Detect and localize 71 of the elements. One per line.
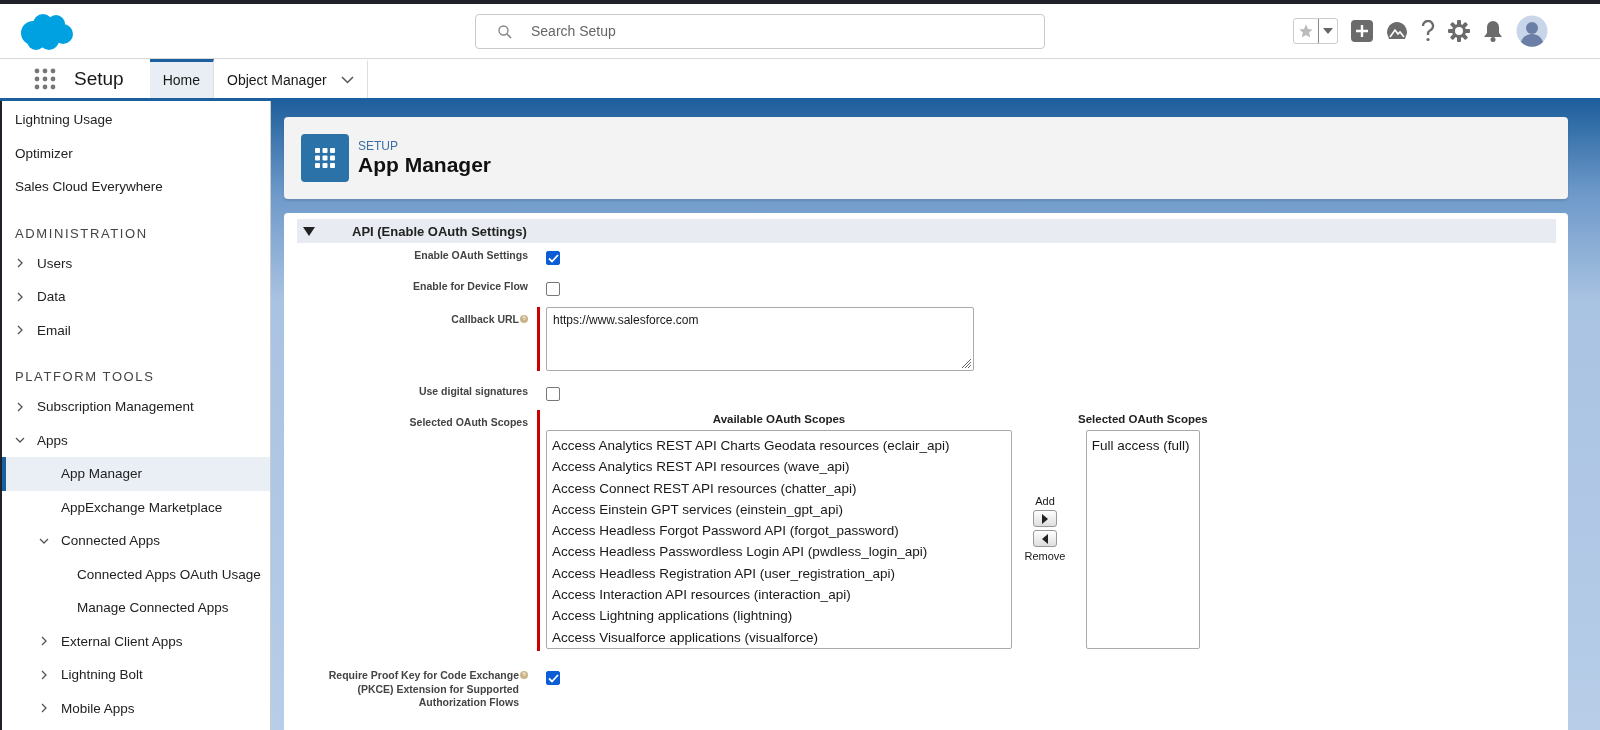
add-label: Add (1035, 495, 1055, 507)
left-triangle-icon (1042, 533, 1048, 544)
sidebar-item[interactable]: Email (2, 313, 270, 347)
settings-icon[interactable] (1448, 20, 1470, 42)
available-scopes-list[interactable] (546, 430, 1012, 649)
search-field[interactable]: Search Setup (475, 13, 1045, 49)
selected-scopes-list[interactable]: Full access (full) (1085, 430, 1200, 649)
nav-tab[interactable]: Home (149, 59, 214, 98)
scope-option[interactable]: Access Einstein GPT services (einstein_gpt_api) (547, 498, 1011, 521)
sidebar-link[interactable]: Optimizer (2, 136, 270, 170)
scope-option[interactable]: Access Visualforce applications (visualforce) (547, 626, 1011, 648)
sidebar-link[interactable]: Sales Cloud Everywhere (2, 170, 270, 204)
field-label: Use digital signatures (418, 385, 528, 399)
scope-option[interactable]: Access Headless Forgot Password API (forgot_password) (547, 520, 1011, 542)
sidebar-section-title: PLATFORM TOOLS (14, 368, 156, 386)
sidebar-section-title: ADMINISTRATION (14, 224, 149, 243)
section-header[interactable]: API (Enable OAuth Settings) (297, 219, 1556, 243)
remove-label: Remove (1024, 550, 1066, 562)
field-label: Enable OAuth Settings (414, 249, 528, 263)
field-label: Require Proof Key for Code Exchange (PKCE) Extension for Supported Authorization Flows (327, 669, 519, 710)
app-launcher-icon[interactable] (34, 67, 56, 90)
field-label: Callback URL (451, 313, 519, 327)
avatar-icon[interactable] (1516, 15, 1548, 47)
checkbox[interactable] (546, 671, 560, 685)
sidebar-item[interactable]: Subscription Management (2, 390, 270, 424)
sidebar-item[interactable]: Mobile Apps (2, 691, 270, 725)
scope-option[interactable]: Full access (full) (1086, 435, 1199, 457)
page-eyebrow: SETUP (358, 139, 399, 153)
scope-option[interactable]: Access Connect REST API resources (chatter_api) (547, 477, 1011, 499)
field-label: Enable for Device Flow (413, 280, 528, 294)
checkbox[interactable] (546, 251, 560, 265)
scope-option[interactable]: Access Analytics REST API resources (wave_api) (547, 456, 1011, 478)
resize-grip-icon[interactable] (961, 358, 971, 368)
app-name: Setup (74, 67, 124, 90)
sidebar-item[interactable]: Lightning Bolt (2, 658, 270, 692)
scope-option[interactable]: Access Headless Registration API (user_registration_api) (547, 562, 1011, 585)
favorites-button[interactable] (1293, 18, 1338, 44)
scope-option[interactable]: Access Headless Passwordless Login API (pwdless_login_api) (547, 541, 1011, 563)
checkbox[interactable] (546, 282, 560, 296)
sidebar-item[interactable]: External Client Apps (2, 624, 270, 658)
scope-option[interactable]: Access Interaction API resources (interaction_api) (547, 584, 1011, 606)
checkbox[interactable] (546, 387, 560, 401)
scope-option[interactable]: Access Lightning applications (lightning) (547, 605, 1011, 627)
sidebar-item[interactable]: App Manager (2, 457, 270, 491)
list-heading: Available OAuth Scopes (712, 413, 846, 425)
nav-tab[interactable]: Object Manager (214, 59, 368, 98)
right-triangle-icon (1042, 513, 1048, 524)
app-grid-icon (301, 134, 349, 182)
sidebar-item[interactable]: Apps (2, 423, 270, 457)
cloud-logo[interactable] (19, 13, 73, 51)
sidebar-item[interactable]: AppExchange Marketplace (2, 490, 270, 524)
sidebar-item[interactable]: Data (2, 280, 270, 314)
callback-url-field[interactable]: https://www.salesforce.com (546, 307, 974, 371)
sidebar-item[interactable]: Users (2, 246, 270, 280)
sidebar-link[interactable]: Lightning Usage (2, 103, 270, 137)
field-label: Selected OAuth Scopes (409, 416, 528, 430)
sidebar-item[interactable]: Connected Apps (2, 524, 270, 558)
scope-option[interactable]: Access Analytics REST API Charts Geodata resources (eclair_api) (547, 435, 1011, 457)
sidebar-item[interactable]: Manage Connected Apps (2, 591, 270, 625)
notification-icon[interactable] (1483, 20, 1503, 42)
page-title: App Manager (358, 153, 491, 177)
add-button[interactable] (1033, 510, 1057, 527)
plus-icon[interactable] (1351, 20, 1373, 42)
remove-button[interactable] (1033, 530, 1057, 547)
mountain-icon[interactable] (1386, 21, 1408, 41)
caret-icon (1323, 28, 1333, 34)
help-icon[interactable] (1421, 20, 1435, 42)
star-icon (1298, 23, 1314, 39)
sidebar-item[interactable]: Connected Apps OAuth Usage (2, 557, 270, 591)
search-icon (498, 24, 512, 39)
list-heading: Selected OAuth Scopes (1078, 413, 1208, 425)
